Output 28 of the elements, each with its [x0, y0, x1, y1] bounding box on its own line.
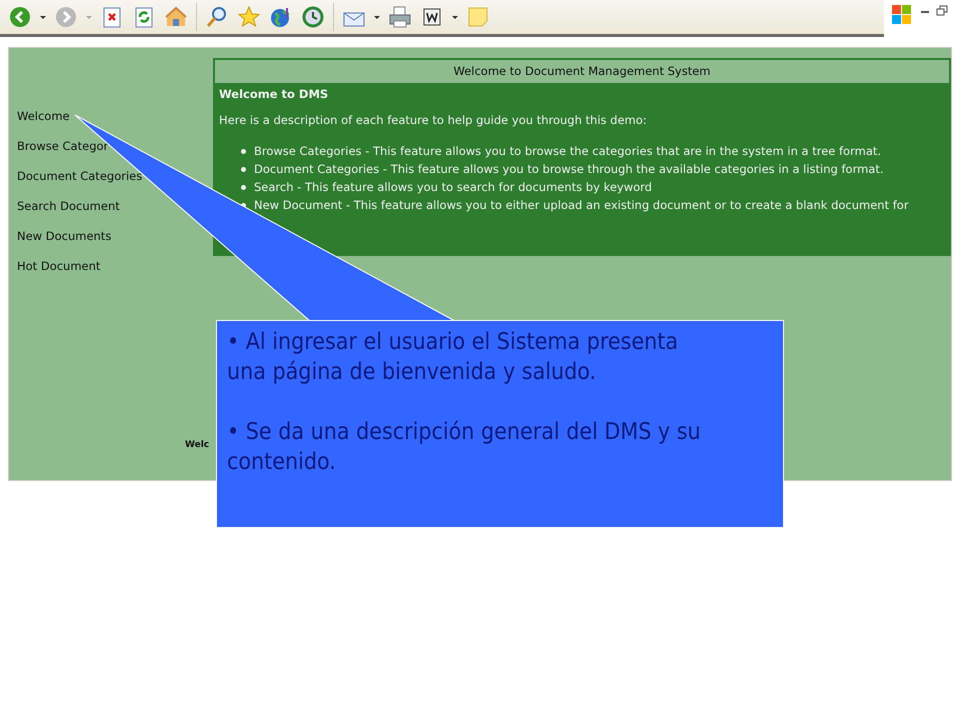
bullet-icon	[241, 167, 246, 172]
feature-text: Search - This feature allows you to search for documents by keyword	[254, 179, 652, 195]
windows-logo-icon	[890, 2, 914, 26]
callout-text: • Al ingresar el usuario el Sistema presenta una página de bienvenida y saludo.	[227, 328, 680, 387]
footer-text: Welc	[185, 440, 210, 450]
feature-text: New Document - This feature allows you to either upload an existing document or to create a blank document for	[254, 197, 909, 213]
callout-text: • Se da una descripción general del DMS y su contenido.	[227, 418, 702, 477]
history-icon[interactable]	[301, 5, 325, 29]
nav-link[interactable]: Hot Document	[17, 258, 213, 275]
home-icon[interactable]	[164, 5, 188, 29]
panel-heading: Welcome to DMS	[219, 87, 330, 101]
panel-title: Welcome to Document Management System	[215, 60, 949, 83]
nav-link[interactable]: New Documents	[17, 228, 213, 245]
back-icon[interactable]	[8, 5, 32, 29]
caret-icon[interactable]	[40, 16, 46, 18]
feature-text: Browse Categories - This feature allows you to browse the categories that are in the system in a tree format.	[254, 143, 882, 159]
bullet-icon	[241, 149, 246, 154]
nav-link[interactable]: Welcome	[17, 108, 213, 125]
search-icon[interactable]	[205, 5, 229, 29]
feature-text: Document Categories - This feature allows you to browse through the available categories in a listing format.	[254, 161, 884, 177]
printer-icon[interactable]	[388, 5, 412, 29]
caret-icon[interactable]	[374, 16, 380, 18]
nav-link[interactable]: Document Categories	[17, 168, 213, 185]
star-icon[interactable]	[237, 5, 261, 29]
bullet-icon	[241, 185, 246, 190]
intro-text: Here is a description of each feature to help guide you through this demo:	[219, 113, 648, 127]
caret-icon[interactable]	[452, 16, 458, 18]
nav-link[interactable]: Browse Categor	[17, 138, 213, 155]
